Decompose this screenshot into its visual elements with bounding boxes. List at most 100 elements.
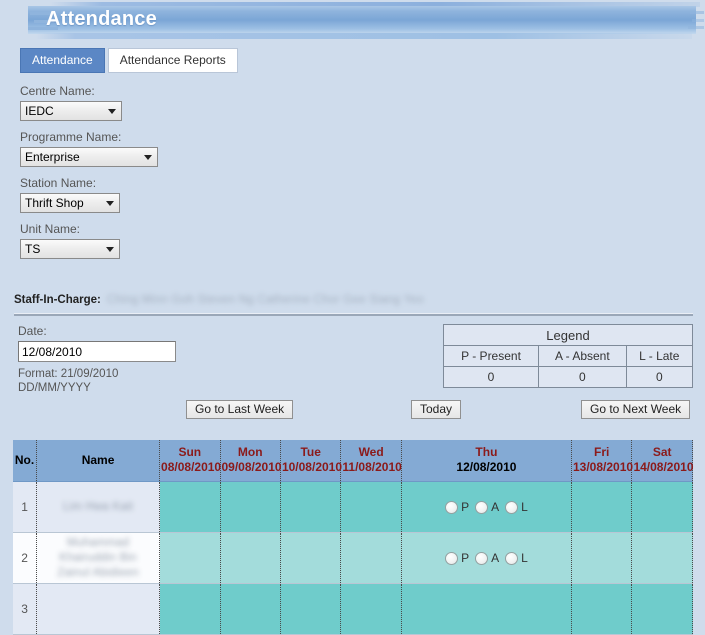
- legend-label-absent: A - Absent: [538, 345, 627, 367]
- unit-name-select[interactable]: TS: [20, 239, 120, 259]
- chevron-down-icon: [106, 247, 114, 252]
- legend-label-late: L - Late: [625, 345, 694, 367]
- row-student-name: Muhammad Khairuddin Bin Zainul Abidieen: [36, 532, 161, 584]
- station-name-select[interactable]: Thrift Shop: [20, 193, 120, 213]
- staff-in-charge-names: Ching Minn Goh Steven Ng Catherine Chor …: [106, 294, 424, 306]
- staff-in-charge-label: Staff-In-Charge:: [14, 294, 101, 306]
- mark-late[interactable]: L: [505, 500, 528, 514]
- attendance-cell-tue[interactable]: [280, 583, 342, 635]
- attendance-table: No. Name Sun 08/08/2010 Mon 09/08/2010 T…: [13, 440, 694, 635]
- date-label: Date:: [18, 324, 47, 338]
- attendance-cell-sun[interactable]: [159, 481, 221, 533]
- attendance-cell-sat[interactable]: [631, 481, 693, 533]
- radio-absent-icon[interactable]: [475, 551, 489, 565]
- radio-present-icon[interactable]: [445, 500, 459, 514]
- date-input[interactable]: [18, 341, 176, 362]
- row-number: 2: [13, 532, 38, 584]
- header-dow-mon: Mon: [237, 445, 263, 459]
- table-row: 2 Muhammad Khairuddin Bin Zainul Abidiee…: [13, 532, 693, 584]
- header-date-tue: 10/08/2010: [281, 460, 343, 474]
- header-date-thu: 12/08/2010: [456, 460, 517, 474]
- field-unit-name: Unit Name: TS: [20, 222, 158, 259]
- field-centre-name: Centre Name: IEDC: [20, 84, 158, 121]
- date-block: Date: Format: 21/09/2010 DD/MM/YYYY: [18, 324, 176, 395]
- attendance-cell-wed[interactable]: [340, 481, 402, 533]
- row-student-name: [36, 583, 161, 635]
- header-dow-fri: Fri: [594, 445, 610, 459]
- mark-absent[interactable]: A: [475, 551, 499, 565]
- centre-name-value: IEDC: [25, 104, 54, 118]
- attendance-cell-tue[interactable]: [280, 532, 342, 584]
- student-name-line: Khairuddin Bin: [59, 551, 137, 564]
- unit-name-value: TS: [25, 242, 41, 256]
- banner-brush-tick: [692, 19, 704, 22]
- attendance-cell-thu[interactable]: [401, 583, 572, 635]
- header-date-wed: 11/08/2010: [342, 460, 402, 474]
- field-station-name: Station Name: Thrift Shop: [20, 176, 158, 213]
- mark-late-label: L: [521, 551, 528, 565]
- header-dow-tue: Tue: [300, 445, 321, 459]
- programme-name-label: Programme Name:: [20, 130, 122, 144]
- attendance-cell-mon[interactable]: [220, 481, 281, 533]
- header-date-fri: 13/08/2010: [572, 460, 634, 474]
- attendance-cell-wed[interactable]: [340, 532, 402, 584]
- header-dow-sun: Sun: [178, 445, 202, 459]
- date-format-hint: Format: 21/09/2010 DD/MM/YYYY: [18, 367, 176, 395]
- header-date-mon: 09/08/2010: [221, 460, 282, 474]
- row-number: 3: [13, 583, 38, 635]
- tab-attendance-reports[interactable]: Attendance Reports: [107, 48, 238, 73]
- radio-late-icon[interactable]: [505, 551, 519, 565]
- banner-brush-tick: [690, 11, 704, 14]
- attendance-cell-thu[interactable]: P A L: [401, 532, 572, 584]
- go-to-next-week-button[interactable]: Go to Next Week: [581, 400, 691, 419]
- student-name-line: Muhammad: [66, 536, 130, 549]
- tab-attendance[interactable]: Attendance: [20, 48, 105, 73]
- attendance-cell-thu[interactable]: P A L: [401, 481, 572, 533]
- header-dow-wed: Wed: [358, 445, 384, 459]
- attendance-cell-wed[interactable]: [340, 583, 402, 635]
- attendance-cell-fri[interactable]: [571, 583, 633, 635]
- legend-count-present: 0: [442, 366, 540, 388]
- banner-brush-tick: [688, 26, 704, 29]
- mark-present[interactable]: P: [445, 500, 469, 514]
- attendance-cell-sat[interactable]: [631, 583, 693, 635]
- attendance-mark-group: P A L: [403, 551, 570, 565]
- chevron-down-icon: [108, 109, 116, 114]
- header-day-fri: Fri 13/08/2010: [571, 440, 634, 482]
- attendance-cell-fri[interactable]: [571, 532, 633, 584]
- go-to-last-week-button[interactable]: Go to Last Week: [186, 400, 294, 419]
- header-day-mon: Mon 09/08/2010: [220, 440, 282, 482]
- mark-late[interactable]: L: [505, 551, 528, 565]
- attendance-cell-mon[interactable]: [220, 583, 281, 635]
- attendance-cell-tue[interactable]: [280, 481, 342, 533]
- header-day-sun: Sun 08/08/2010: [159, 440, 221, 482]
- centre-name-select[interactable]: IEDC: [20, 101, 122, 121]
- attendance-cell-sun[interactable]: [159, 532, 221, 584]
- filter-form: Centre Name: IEDC Programme Name: Enterp…: [20, 84, 158, 268]
- radio-late-icon[interactable]: [505, 500, 519, 514]
- mark-present-label: P: [461, 551, 470, 565]
- attendance-cell-sat[interactable]: [631, 532, 693, 584]
- chevron-down-icon: [106, 201, 114, 206]
- date-format-line1: Format: 21/09/2010: [18, 368, 119, 380]
- mark-absent-label: A: [491, 500, 500, 514]
- student-name-line: Lim Hwa Kait: [62, 500, 134, 513]
- staff-in-charge: Staff-In-Charge: Ching Minn Goh Steven N…: [14, 294, 694, 306]
- mark-absent[interactable]: A: [475, 500, 499, 514]
- header-date-sat: 14/08/2010: [633, 460, 694, 474]
- attendance-cell-fri[interactable]: [571, 481, 633, 533]
- attendance-cell-sun[interactable]: [159, 583, 221, 635]
- chevron-down-icon: [144, 155, 152, 160]
- radio-absent-icon[interactable]: [475, 500, 489, 514]
- row-student-name: Lim Hwa Kait: [36, 481, 161, 533]
- legend-count-late: 0: [625, 366, 694, 388]
- programme-name-select[interactable]: Enterprise: [20, 147, 158, 167]
- date-format-line2: DD/MM/YYYY: [18, 382, 91, 394]
- today-button[interactable]: Today: [411, 400, 462, 419]
- header-day-thu: Thu 12/08/2010: [401, 440, 572, 482]
- header-name: Name: [36, 440, 161, 482]
- radio-present-icon[interactable]: [445, 551, 459, 565]
- table-row: 3: [13, 583, 693, 635]
- attendance-cell-mon[interactable]: [220, 532, 281, 584]
- mark-present[interactable]: P: [445, 551, 469, 565]
